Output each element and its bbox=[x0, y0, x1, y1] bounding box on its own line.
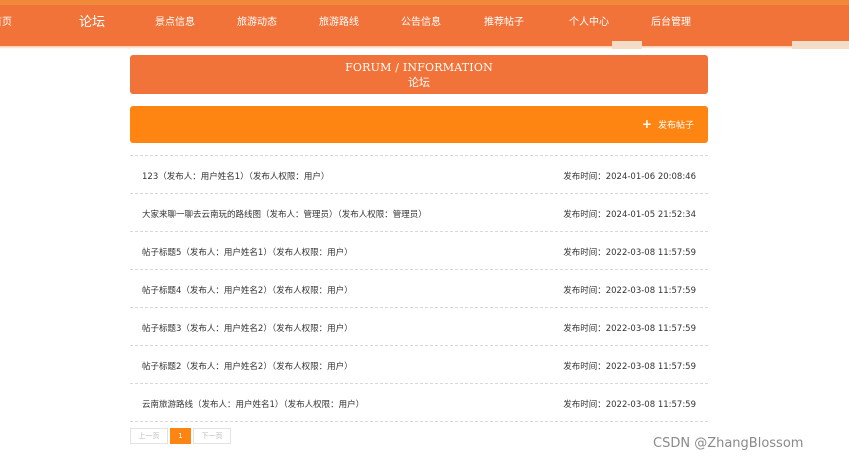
post-title[interactable]: 帖子标题5（发布人：用户姓名1）（发布人权限：用户） bbox=[142, 246, 353, 258]
post-row[interactable]: 帖子标题4（发布人：用户姓名2）（发布人权限：用户） 发布时间：2022-03-… bbox=[130, 270, 708, 308]
prev-page-button[interactable]: 上一页 bbox=[130, 428, 168, 444]
post-row[interactable]: 帖子标题3（发布人：用户姓名2）（发布人权限：用户） 发布时间：2022-03-… bbox=[130, 308, 708, 346]
banner-fragment bbox=[612, 41, 642, 49]
post-time: 发布时间：2024-01-06 20:08:46 bbox=[563, 172, 696, 182]
next-page-button[interactable]: 下一页 bbox=[193, 428, 231, 444]
page-1-button[interactable]: 1 bbox=[170, 428, 191, 444]
plus-icon: + bbox=[641, 117, 652, 131]
nav-admin[interactable]: 后台管理 bbox=[651, 5, 691, 41]
nav-recommended-posts[interactable]: 推荐帖子 bbox=[484, 5, 524, 41]
post-row[interactable]: 大家来聊一聊去云南玩的路线图（发布人：管理员）（发布人权限：管理员） 发布时间：… bbox=[130, 194, 708, 232]
publish-post-label: 发布帖子 bbox=[657, 121, 694, 131]
page-title-cn: 论坛 bbox=[408, 76, 430, 89]
nav-travel-news[interactable]: 旅游动态 bbox=[237, 5, 277, 41]
post-row[interactable]: 帖子标题5（发布人：用户姓名1）（发布人权限：用户） 发布时间：2022-03-… bbox=[130, 232, 708, 270]
post-row[interactable]: 帖子标题2（发布人：用户姓名2）（发布人权限：用户） 发布时间：2022-03-… bbox=[130, 346, 708, 384]
post-row[interactable]: 123（发布人：用户姓名1）（发布人权限：用户） 发布时间：2024-01-06… bbox=[130, 156, 708, 194]
nav-home[interactable]: 首页 bbox=[0, 5, 12, 41]
post-title[interactable]: 云南旅游路线（发布人：用户姓名1）（发布人权限：用户） bbox=[142, 398, 364, 410]
post-time: 发布时间：2022-03-08 11:57:59 bbox=[563, 400, 696, 410]
page-title-en: FORUM / INFORMATION bbox=[345, 61, 493, 74]
post-time: 发布时间：2022-03-08 11:57:59 bbox=[563, 362, 696, 372]
publish-post-button[interactable]: + 发布帖子 bbox=[642, 106, 694, 143]
nav-attractions[interactable]: 景点信息 bbox=[155, 5, 195, 41]
action-bar: + 发布帖子 bbox=[130, 106, 708, 143]
post-time: 发布时间：2022-03-08 11:57:59 bbox=[563, 248, 696, 258]
post-time: 发布时间：2022-03-08 11:57:59 bbox=[563, 324, 696, 334]
nav-personal-center[interactable]: 个人中心 bbox=[569, 5, 609, 41]
nav-shadow bbox=[0, 46, 849, 49]
post-title[interactable]: 大家来聊一聊去云南玩的路线图（发布人：管理员）（发布人权限：管理员） bbox=[142, 208, 427, 220]
post-title[interactable]: 帖子标题2（发布人：用户姓名2）（发布人权限：用户） bbox=[142, 360, 353, 372]
post-title[interactable]: 123（发布人：用户姓名1）（发布人权限：用户） bbox=[142, 170, 329, 182]
post-title[interactable]: 帖子标题3（发布人：用户姓名2）（发布人权限：用户） bbox=[142, 322, 353, 334]
post-title[interactable]: 帖子标题4（发布人：用户姓名2）（发布人权限：用户） bbox=[142, 284, 353, 296]
banner-fragment bbox=[792, 41, 849, 49]
post-time: 发布时间：2022-03-08 11:57:59 bbox=[563, 286, 696, 296]
page-title-box: FORUM / INFORMATION 论坛 bbox=[130, 55, 708, 94]
watermark: CSDN @ZhangBlossom bbox=[653, 436, 804, 451]
nav-announcements[interactable]: 公告信息 bbox=[401, 5, 441, 41]
nav-forum[interactable]: 论坛 bbox=[79, 5, 105, 41]
post-time: 发布时间：2024-01-05 21:52:34 bbox=[563, 210, 696, 220]
post-row[interactable]: 云南旅游路线（发布人：用户姓名1）（发布人权限：用户） 发布时间：2022-03… bbox=[130, 384, 708, 422]
nav-travel-routes[interactable]: 旅游路线 bbox=[319, 5, 359, 41]
